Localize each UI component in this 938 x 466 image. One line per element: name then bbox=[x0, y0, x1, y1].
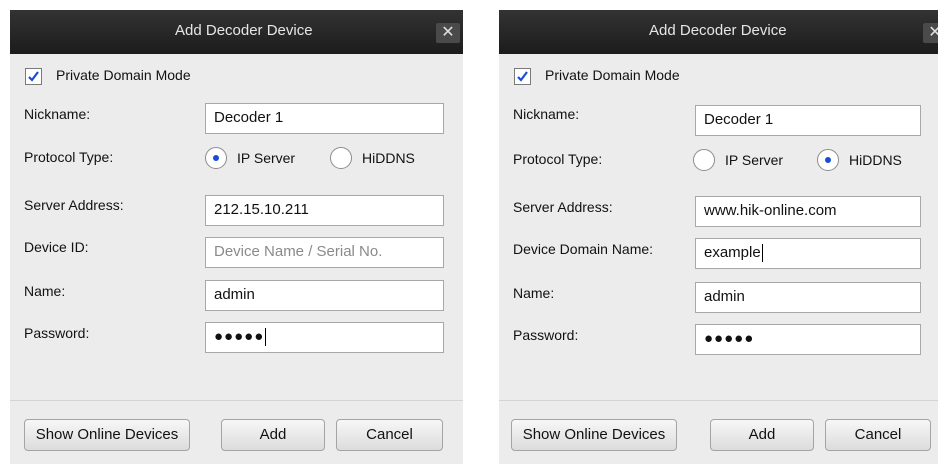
radio-selected-dot bbox=[213, 155, 219, 161]
name-label: Name: bbox=[24, 283, 66, 299]
hiddns-radio[interactable] bbox=[330, 147, 352, 169]
password-mask: ●●●●● bbox=[214, 328, 265, 345]
add-decoder-dialog-hiddns: Add Decoder Device ✕ Private Domain Mode… bbox=[499, 10, 938, 464]
ip-server-radio-label[interactable]: IP Server bbox=[725, 152, 783, 168]
password-field[interactable]: ●●●●● bbox=[205, 322, 444, 353]
private-domain-mode-label: Private Domain Mode bbox=[545, 67, 680, 83]
name-field[interactable]: admin bbox=[695, 282, 921, 313]
hiddns-radio[interactable] bbox=[817, 149, 839, 171]
add-decoder-dialog-ip-server: Add Decoder Device ✕ Private Domain Mode… bbox=[10, 10, 463, 464]
hiddns-radio-label[interactable]: HiDDNS bbox=[849, 152, 902, 168]
private-domain-mode-label: Private Domain Mode bbox=[56, 67, 191, 83]
nickname-label: Nickname: bbox=[24, 106, 91, 122]
password-mask: ●●●●● bbox=[704, 330, 755, 347]
nickname-field[interactable]: Decoder 1 bbox=[205, 103, 444, 134]
ip-server-radio-label[interactable]: IP Server bbox=[237, 150, 295, 166]
radio-selected-dot bbox=[825, 157, 831, 163]
cancel-button[interactable]: Cancel bbox=[825, 419, 931, 451]
server-address-field[interactable]: www.hik-online.com bbox=[695, 196, 921, 227]
text-caret bbox=[265, 328, 267, 347]
ip-server-radio[interactable] bbox=[205, 147, 227, 169]
server-address-label: Server Address: bbox=[24, 197, 124, 213]
add-button[interactable]: Add bbox=[221, 419, 325, 451]
close-button[interactable]: ✕ bbox=[436, 23, 460, 43]
password-field[interactable]: ●●●●● bbox=[695, 324, 921, 355]
title-bar: Add Decoder Device ✕ bbox=[10, 10, 463, 54]
device-id-label: Device ID: bbox=[24, 239, 89, 255]
add-button[interactable]: Add bbox=[710, 419, 814, 451]
device-id-field[interactable]: Device Name / Serial No. bbox=[205, 237, 444, 268]
device-domain-name-field[interactable]: example bbox=[695, 238, 921, 269]
dialog-title: Add Decoder Device bbox=[175, 22, 313, 39]
server-address-field[interactable]: 212.15.10.211 bbox=[205, 195, 444, 226]
server-address-label: Server Address: bbox=[513, 199, 613, 215]
checkmark-icon bbox=[517, 71, 528, 82]
footer-divider bbox=[499, 400, 938, 401]
footer-divider bbox=[10, 400, 463, 401]
text-caret bbox=[761, 244, 763, 263]
nickname-field[interactable]: Decoder 1 bbox=[695, 105, 921, 136]
checkmark-icon bbox=[28, 71, 39, 82]
private-domain-mode-checkbox[interactable] bbox=[514, 68, 531, 85]
close-icon: ✕ bbox=[441, 24, 455, 41]
name-field[interactable]: admin bbox=[205, 280, 444, 311]
dialog-title: Add Decoder Device bbox=[649, 22, 787, 39]
password-label: Password: bbox=[513, 327, 579, 343]
show-online-devices-button[interactable]: Show Online Devices bbox=[24, 419, 190, 451]
device-domain-name-value: example bbox=[704, 244, 761, 261]
close-icon: ✕ bbox=[928, 24, 938, 41]
protocol-type-label: Protocol Type: bbox=[24, 149, 114, 165]
ip-server-radio[interactable] bbox=[693, 149, 715, 171]
hiddns-radio-label[interactable]: HiDDNS bbox=[362, 150, 415, 166]
cancel-button[interactable]: Cancel bbox=[336, 419, 443, 451]
private-domain-mode-checkbox[interactable] bbox=[25, 68, 42, 85]
nickname-label: Nickname: bbox=[513, 106, 580, 122]
name-label: Name: bbox=[513, 285, 555, 301]
show-online-devices-button[interactable]: Show Online Devices bbox=[511, 419, 677, 451]
title-bar: Add Decoder Device ✕ bbox=[499, 10, 938, 54]
protocol-type-label: Protocol Type: bbox=[513, 151, 603, 167]
device-domain-name-label: Device Domain Name: bbox=[513, 241, 654, 257]
close-button[interactable]: ✕ bbox=[923, 23, 938, 43]
password-label: Password: bbox=[24, 325, 90, 341]
